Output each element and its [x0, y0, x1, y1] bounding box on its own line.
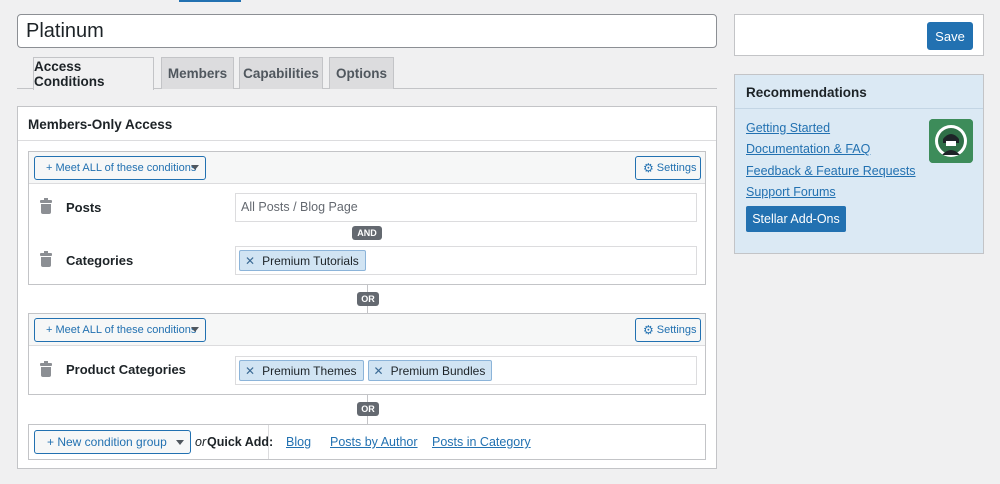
tab-access-conditions[interactable]: Access Conditions	[33, 57, 154, 90]
group-settings-button[interactable]: ⚙ Settings	[635, 156, 701, 180]
remove-tag-icon[interactable]: ✕	[245, 364, 255, 378]
quick-add-label: Quick Add:	[207, 435, 274, 449]
tab-options[interactable]: Options	[329, 57, 394, 89]
tab-capabilities[interactable]: Capabilities	[239, 57, 323, 89]
save-button[interactable]: Save	[927, 22, 973, 50]
plugin-logo-icon	[929, 119, 973, 163]
condition-label: Posts	[66, 200, 102, 215]
top-tab-indicator	[179, 0, 241, 2]
or-text: or	[195, 435, 207, 449]
tag-chip: ✕ Premium Tutorials	[239, 250, 366, 271]
condition-row-product-categories: Product Categories ✕ Premium Themes ✕ Pr…	[29, 346, 705, 396]
getting-started-link[interactable]: Getting Started	[746, 121, 830, 135]
settings-label: Settings	[656, 324, 697, 336]
categories-tag-field[interactable]: ✕ Premium Tutorials	[235, 246, 697, 275]
or-badge: OR	[357, 402, 379, 416]
posts-placeholder: All Posts / Blog Page	[241, 200, 358, 214]
recommendations-title: Recommendations	[735, 75, 983, 109]
new-group-label: + New condition group	[47, 435, 167, 449]
recommendations-box: Recommendations Getting Started Document…	[734, 74, 984, 254]
condition-group-2: + Meet ALL of these conditions ⚙ Setting…	[28, 313, 706, 395]
product-categories-tag-field[interactable]: ✕ Premium Themes ✕ Premium Bundles	[235, 356, 697, 385]
remove-tag-icon[interactable]: ✕	[374, 364, 384, 378]
chevron-down-icon	[176, 440, 184, 445]
trash-icon[interactable]	[40, 251, 52, 267]
tag-chip: ✕ Premium Bundles	[367, 360, 493, 381]
group-header: + Meet ALL of these conditions ⚙ Setting…	[29, 152, 705, 184]
divider	[268, 425, 269, 459]
and-badge: AND	[352, 226, 382, 240]
quick-add-posts-by-author-link[interactable]: Posts by Author	[330, 435, 418, 449]
settings-label: Settings	[656, 162, 697, 174]
meet-conditions-label: + Meet ALL of these conditions	[46, 162, 197, 174]
tab-bar: Access Conditions Members Capabilities O…	[17, 57, 717, 90]
condition-group-1: + Meet ALL of these conditions ⚙ Setting…	[28, 151, 706, 285]
new-condition-group-button[interactable]: + New condition group	[34, 430, 191, 454]
gear-icon: ⚙	[643, 323, 654, 337]
tag-label: Premium Bundles	[390, 363, 486, 378]
condition-row-categories: Categories ✕ Premium Tutorials	[29, 240, 705, 284]
publish-box: Save	[734, 14, 984, 56]
gear-icon: ⚙	[643, 161, 654, 175]
meet-conditions-label: + Meet ALL of these conditions	[46, 324, 197, 336]
chevron-down-icon	[191, 327, 199, 332]
title-input[interactable]	[17, 14, 717, 48]
tag-chip: ✕ Premium Themes	[239, 360, 364, 381]
feedback-link[interactable]: Feedback & Feature Requests	[746, 164, 916, 178]
trash-icon[interactable]	[40, 198, 52, 214]
condition-label: Categories	[66, 253, 134, 268]
posts-select-field[interactable]: All Posts / Blog Page	[235, 193, 697, 222]
quick-add-posts-in-category-link[interactable]: Posts in Category	[432, 435, 531, 449]
new-condition-group-bar: + New condition group or Quick Add: Blog…	[28, 424, 706, 460]
tag-label: Premium Themes	[262, 363, 357, 378]
meet-conditions-dropdown[interactable]: + Meet ALL of these conditions	[34, 318, 206, 342]
chevron-down-icon	[191, 165, 199, 170]
trash-icon[interactable]	[40, 361, 52, 377]
remove-tag-icon[interactable]: ✕	[245, 254, 255, 268]
access-conditions-panel: Members-Only Access + Meet ALL of these …	[17, 106, 717, 469]
or-badge: OR	[357, 292, 379, 306]
panel-title: Members-Only Access	[18, 107, 716, 141]
meet-conditions-dropdown[interactable]: + Meet ALL of these conditions	[34, 156, 206, 180]
quick-add-blog-link[interactable]: Blog	[286, 435, 311, 449]
tag-label: Premium Tutorials	[262, 253, 359, 268]
group-header: + Meet ALL of these conditions ⚙ Setting…	[29, 314, 705, 346]
stellar-add-ons-button[interactable]: Stellar Add-Ons	[746, 206, 846, 232]
condition-label: Product Categories	[66, 362, 186, 377]
support-forums-link[interactable]: Support Forums	[746, 185, 836, 199]
documentation-faq-link[interactable]: Documentation & FAQ	[746, 142, 870, 156]
group-settings-button[interactable]: ⚙ Settings	[635, 318, 701, 342]
tab-members[interactable]: Members	[161, 57, 234, 89]
